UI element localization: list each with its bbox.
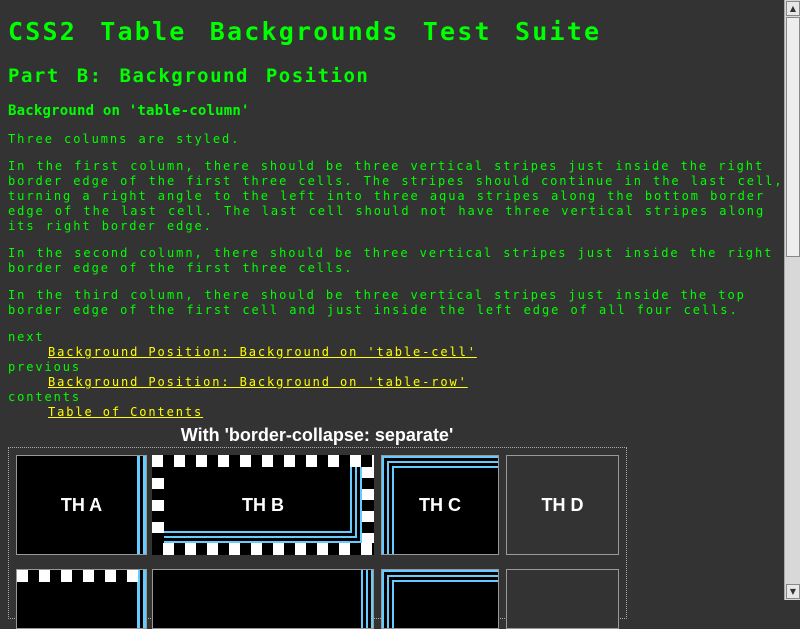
paragraph-third-column: In the third column, there should be thr… <box>8 288 746 317</box>
header-cell-c-label: TH C <box>419 494 461 515</box>
previous-label: previous <box>8 360 81 374</box>
body-cell-c1 <box>381 569 499 629</box>
scroll-down-icon[interactable]: ▼ <box>786 584 800 599</box>
header-cell-a-label: TH A <box>60 494 103 515</box>
header-cell-b-inner: TH B <box>164 467 362 543</box>
next-label: next <box>8 330 45 344</box>
header-cell-b-label: TH B <box>242 494 284 515</box>
previous-link-item: Background Position: Background on 'tabl… <box>48 375 784 390</box>
next-link-item: Background Position: Background on 'tabl… <box>48 345 784 360</box>
header-cell-d-label: TH D <box>541 494 584 515</box>
header-cell-c: TH C <box>381 455 499 555</box>
table-caption: With 'border-collapse: separate' <box>180 425 454 445</box>
paragraph-intro: Three columns are styled. <box>8 132 241 146</box>
body-cell-a1-checker <box>17 570 138 582</box>
vertical-scrollbar[interactable]: ▲ ▼ <box>784 0 800 600</box>
header-cell-b: TH B <box>152 455 374 555</box>
section-heading: Background on 'table-column' <box>8 103 250 119</box>
body-cell-d1 <box>506 569 619 629</box>
paragraph-first-column: In the first column, there should be thr… <box>8 159 784 233</box>
header-cell-b-checker-right <box>362 467 374 543</box>
contents-link-item: Table of Contents <box>48 405 784 420</box>
body-cell-b1 <box>152 569 374 629</box>
scroll-up-icon[interactable]: ▲ <box>786 1 800 16</box>
previous-link[interactable]: Background Position: Background on 'tabl… <box>48 375 468 389</box>
contents-label: contents <box>8 390 81 404</box>
contents-link[interactable]: Table of Contents <box>48 405 203 419</box>
part-heading: Part B: Background Position <box>8 65 370 87</box>
navigation-list: next Background Position: Background on … <box>8 330 784 420</box>
body-cell-a1 <box>16 569 147 629</box>
paragraph-second-column: In the second column, there should be th… <box>8 246 774 275</box>
header-cell-d: TH D <box>506 455 619 555</box>
next-link[interactable]: Background Position: Background on 'tabl… <box>48 345 477 359</box>
page-content: CSS2 Table Backgrounds Test Suite Part B… <box>8 0 784 420</box>
test-table: TH A TH B TH C TH D <box>8 447 627 629</box>
scrollbar-thumb[interactable] <box>786 17 800 257</box>
page-title: CSS2 Table Backgrounds Test Suite <box>8 17 602 46</box>
header-cell-a: TH A <box>16 455 147 555</box>
header-cell-b-checker-left <box>152 467 164 543</box>
